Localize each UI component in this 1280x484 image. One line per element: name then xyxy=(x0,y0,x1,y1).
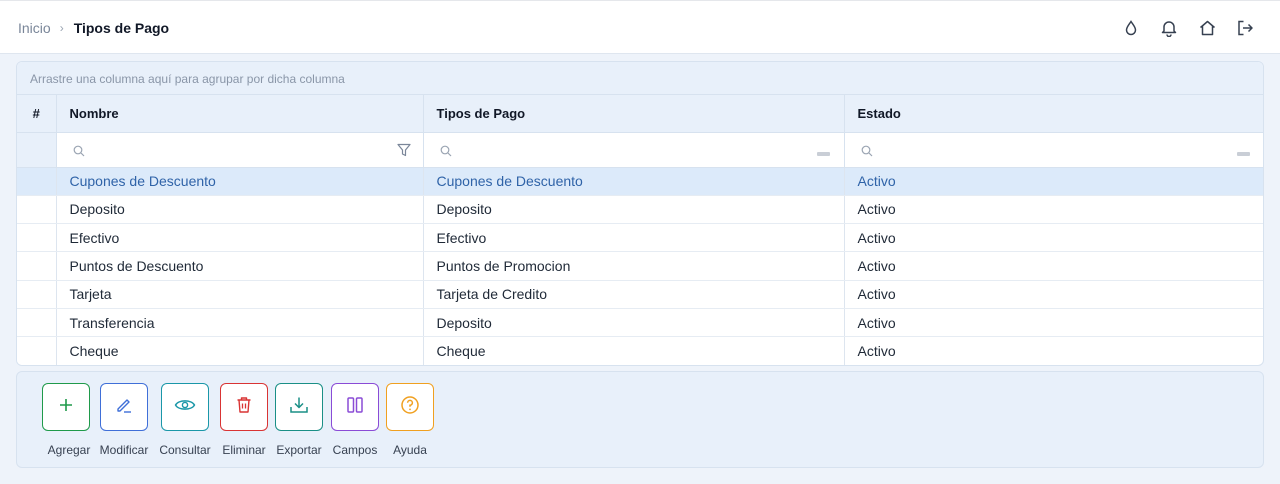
cell-estado: Activo xyxy=(844,280,1263,309)
cell-nombre: Efectivo xyxy=(56,223,424,253)
filter-cell-num xyxy=(17,132,57,168)
filter-cell-tipos-de-pago[interactable] xyxy=(423,132,845,168)
cell-estado: Activo xyxy=(844,223,1263,253)
table-row[interactable]: Transferencia Deposito Activo xyxy=(17,308,1263,338)
filter-cell-nombre[interactable] xyxy=(56,132,424,168)
action-toolbar: Agregar Modificar Consultar Eliminar Exp… xyxy=(16,371,1264,468)
table-row[interactable]: Cupones de Descuento Cupones de Descuent… xyxy=(17,167,1263,196)
table-row[interactable]: Tarjeta Tarjeta de Credito Activo xyxy=(17,280,1263,309)
cell-estado: Activo xyxy=(844,308,1263,338)
campos-label: Campos xyxy=(332,443,378,457)
consultar-button[interactable] xyxy=(161,383,209,431)
header-row: # Nombre Tipos de Pago Estado xyxy=(17,95,1263,133)
cell-tipos-de-pago: Cheque xyxy=(423,336,845,365)
column-header-estado[interactable]: Estado xyxy=(844,95,1263,133)
cell-tipos-de-pago: Puntos de Promocion xyxy=(423,251,845,281)
filter-row xyxy=(17,132,1263,168)
consultar-label: Consultar xyxy=(159,443,211,457)
row-num-cell xyxy=(17,167,57,196)
data-grid: Arrastre una columna aquí para agrupar p… xyxy=(16,61,1264,366)
agregar-label: Agregar xyxy=(47,443,91,457)
row-num-cell xyxy=(17,308,57,338)
home-icon[interactable] xyxy=(1197,18,1217,38)
columns-icon xyxy=(346,396,364,419)
row-num-cell xyxy=(17,251,57,281)
row-num-cell xyxy=(17,336,57,365)
logout-icon[interactable] xyxy=(1235,18,1255,38)
breadcrumb-home[interactable]: Inicio xyxy=(18,20,51,36)
cell-nombre: Transferencia xyxy=(56,308,424,338)
group-panel-hint[interactable]: Arrastre una columna aquí para agrupar p… xyxy=(17,62,1263,95)
filter-operator-icon[interactable] xyxy=(816,151,830,156)
row-num-cell xyxy=(17,195,57,225)
search-icon xyxy=(861,144,873,162)
cell-tipos-de-pago: Deposito xyxy=(423,195,845,225)
pencil-icon xyxy=(115,396,133,419)
cell-nombre: Deposito xyxy=(56,195,424,225)
grid-table: # Nombre Tipos de Pago Estado Cupones de… xyxy=(17,95,1263,365)
eye-icon xyxy=(174,397,196,418)
campos-button[interactable] xyxy=(331,383,379,431)
drop-icon[interactable] xyxy=(1121,18,1141,38)
table-row[interactable]: Cheque Cheque Activo xyxy=(17,336,1263,365)
page-title: Tipos de Pago xyxy=(73,20,170,36)
cell-tipos-de-pago: Tarjeta de Credito xyxy=(423,280,845,309)
header-actions xyxy=(1121,18,1255,38)
exportar-button[interactable] xyxy=(275,383,323,431)
search-icon xyxy=(73,144,85,162)
ayuda-button[interactable] xyxy=(386,383,434,431)
row-num-cell xyxy=(17,223,57,253)
bell-icon[interactable] xyxy=(1159,18,1179,38)
modificar-label: Modificar xyxy=(99,443,149,457)
cell-nombre: Cheque xyxy=(56,336,424,365)
eliminar-button[interactable] xyxy=(220,383,268,431)
cell-tipos-de-pago: Cupones de Descuento xyxy=(423,167,845,196)
ayuda-label: Ayuda xyxy=(393,443,427,457)
eliminar-label: Eliminar xyxy=(222,443,266,457)
filter-icon[interactable] xyxy=(396,143,411,162)
column-header-tipos-de-pago[interactable]: Tipos de Pago xyxy=(423,95,845,133)
cell-tipos-de-pago: Efectivo xyxy=(423,223,845,253)
table-row[interactable]: Efectivo Efectivo Activo xyxy=(17,223,1263,253)
filter-cell-estado[interactable] xyxy=(844,132,1263,168)
cell-estado: Activo xyxy=(844,195,1263,225)
cell-nombre: Tarjeta xyxy=(56,280,424,309)
trash-icon xyxy=(236,396,252,419)
help-icon xyxy=(400,395,420,420)
search-icon xyxy=(440,144,452,162)
row-num-cell xyxy=(17,280,57,309)
cell-estado: Activo xyxy=(844,167,1263,196)
download-icon xyxy=(289,396,309,419)
agregar-button[interactable] xyxy=(42,383,90,431)
cell-tipos-de-pago: Deposito xyxy=(423,308,845,338)
exportar-label: Exportar xyxy=(276,443,322,457)
filter-operator-icon[interactable] xyxy=(1236,151,1250,156)
table-row[interactable]: Deposito Deposito Activo xyxy=(17,195,1263,225)
column-header-num[interactable]: # xyxy=(17,95,57,133)
cell-nombre: Puntos de Descuento xyxy=(56,251,424,281)
cell-estado: Activo xyxy=(844,336,1263,365)
breadcrumb-separator: › xyxy=(59,21,64,35)
plus-icon xyxy=(58,397,74,418)
cell-nombre: Cupones de Descuento xyxy=(56,167,424,196)
column-header-nombre[interactable]: Nombre xyxy=(56,95,424,133)
cell-estado: Activo xyxy=(844,251,1263,281)
modificar-button[interactable] xyxy=(100,383,148,431)
top-bar: Inicio › Tipos de Pago xyxy=(0,0,1280,54)
table-row[interactable]: Puntos de Descuento Puntos de Promocion … xyxy=(17,251,1263,281)
breadcrumb: Inicio › Tipos de Pago xyxy=(18,20,169,36)
